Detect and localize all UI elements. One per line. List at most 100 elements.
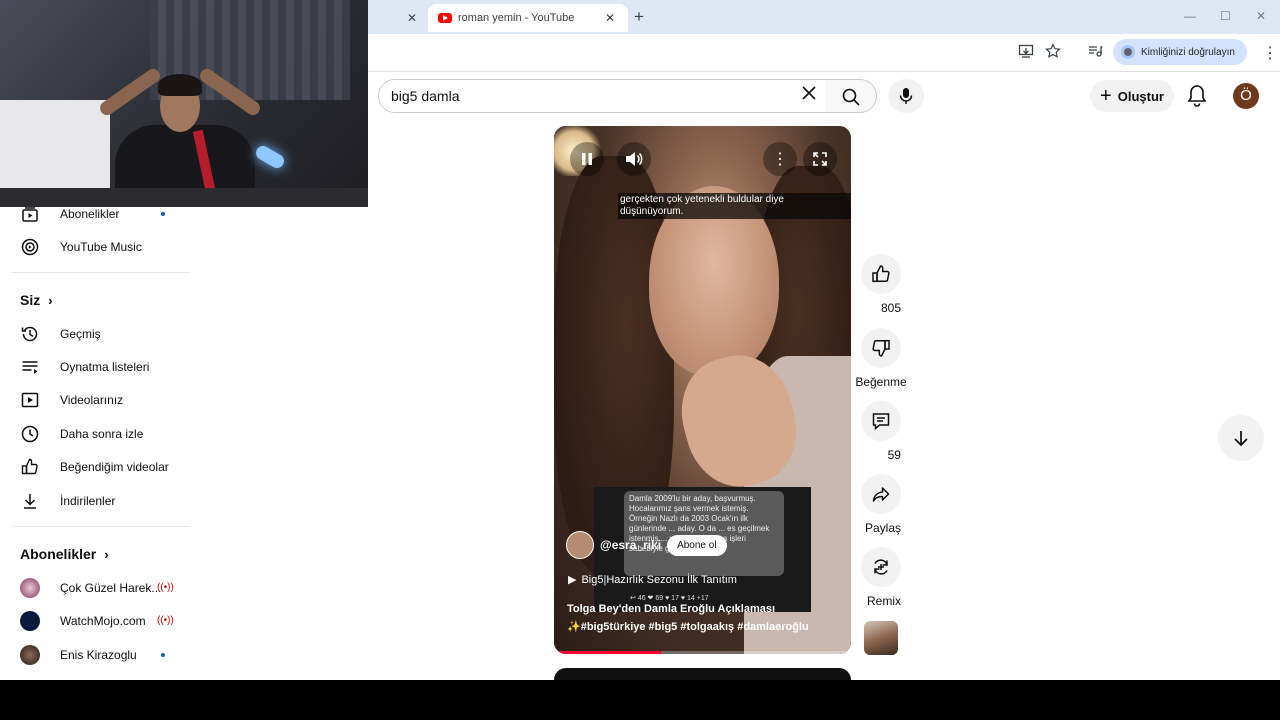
close-window-icon[interactable]: ✕ xyxy=(1256,9,1266,23)
volume-button[interactable] xyxy=(617,142,651,176)
share-arrow-icon xyxy=(872,487,890,502)
thumbs-down-icon xyxy=(872,339,890,357)
sidebar-item-history[interactable]: Geçmiş xyxy=(0,317,192,350)
more-options-button[interactable]: ⋮ xyxy=(763,142,797,176)
sidebar-item-downloads[interactable]: İndirilenler xyxy=(0,484,192,517)
notifications-bell-icon[interactable] xyxy=(1186,84,1208,113)
verify-identity-button[interactable]: Kimliğinizi doğrulayın xyxy=(1113,39,1247,65)
thumbs-up-icon xyxy=(872,265,890,283)
youtube-music-icon xyxy=(20,237,40,257)
account-avatar[interactable]: Ö xyxy=(1233,83,1259,109)
channel-handle[interactable]: @esra_riki xyxy=(600,538,661,552)
search-query: big5 damla xyxy=(391,88,460,104)
chevron-right-icon: › xyxy=(104,546,109,562)
create-button[interactable]: + Oluştur xyxy=(1090,80,1174,112)
verify-identity-label: Kimliğinizi doğrulayın xyxy=(1141,46,1235,58)
new-tab-icon[interactable]: + xyxy=(634,7,644,27)
sidebar-item-label: İndirilenler xyxy=(60,493,116,508)
voice-search-button[interactable] xyxy=(888,79,924,113)
channel-row: @esra_riki Abone ol xyxy=(566,531,727,559)
create-label: Oluştur xyxy=(1117,88,1164,104)
sidebar-item-youtube-music[interactable]: YouTube Music xyxy=(0,230,192,263)
next-video-button[interactable] xyxy=(1218,415,1264,461)
channel-avatar xyxy=(20,610,40,631)
comment-count: 59 xyxy=(887,448,901,462)
bookmark-star-icon[interactable] xyxy=(1045,43,1061,63)
sidebar-item-liked-videos[interactable]: Beğendiğim videolar xyxy=(0,450,192,483)
remix-label: Remix xyxy=(866,594,901,608)
maximize-icon[interactable]: ☐ xyxy=(1220,9,1231,23)
video-hashtags[interactable]: ✨#big5türkiye #big5 #tolgaakış #damlaero… xyxy=(567,620,809,633)
playlists-icon xyxy=(20,357,40,377)
share-button[interactable]: Paylaş xyxy=(861,474,901,537)
browser-menu-icon[interactable]: ⋮ xyxy=(1262,43,1278,63)
install-app-icon[interactable] xyxy=(1018,43,1034,63)
close-tab-icon[interactable]: ✕ xyxy=(407,11,417,25)
video-progress-bar[interactable] xyxy=(554,651,851,654)
sidebar-item-playlists[interactable]: Oynatma listeleri xyxy=(0,350,192,383)
sidebar-heading-label: Abonelikler xyxy=(20,546,97,562)
sidebar-heading-you[interactable]: Siz › xyxy=(20,292,53,308)
play-icon: ▶ xyxy=(568,574,577,586)
channel-avatar[interactable] xyxy=(566,531,594,559)
like-button[interactable]: 805 xyxy=(861,254,901,317)
webcam-background xyxy=(253,143,287,171)
remix-circle xyxy=(861,547,901,587)
history-icon xyxy=(20,324,40,344)
minimize-icon[interactable]: — xyxy=(1184,9,1196,23)
sidebar-item-label: Daha sonra izle xyxy=(60,426,144,441)
search-button[interactable] xyxy=(825,79,877,113)
sound-source-thumbnail[interactable] xyxy=(864,621,898,655)
search-icon xyxy=(842,88,860,106)
sidebar-divider xyxy=(12,526,190,527)
your-videos-icon xyxy=(20,390,40,410)
webcam-overlay xyxy=(0,0,368,207)
more-vertical-icon: ⋮ xyxy=(772,151,788,168)
sidebar-item-label: Videolarınız xyxy=(60,392,124,407)
video-title[interactable]: Tolga Bey'den Damla Eroğlu Açıklaması xyxy=(567,603,775,615)
new-content-dot xyxy=(161,211,165,216)
short-video-player[interactable]: ⋮ gerçekten çok yetenekli buldular diye … xyxy=(554,126,851,654)
sidebar-subscription-item[interactable]: Çok Güzel Harek... ((•)) xyxy=(0,571,192,604)
pause-icon xyxy=(582,153,592,165)
clear-search-icon[interactable] xyxy=(800,84,818,106)
channel-name: Çok Güzel Harek... xyxy=(60,580,162,595)
live-broadcast-icon: ((•)) xyxy=(157,615,174,626)
watch-later-icon xyxy=(20,424,40,444)
profile-icon xyxy=(1121,45,1135,59)
like-count: 805 xyxy=(880,301,901,315)
sidebar-item-label: Abonelikler xyxy=(60,206,120,221)
browser-tab-active[interactable]: roman yemin - YouTube ✕ xyxy=(428,4,628,32)
microphone-icon xyxy=(899,88,913,104)
plus-icon: + xyxy=(1100,84,1112,107)
dislike-button[interactable]: Beğenme xyxy=(855,328,907,391)
arrow-down-icon xyxy=(1234,431,1248,447)
sidebar-item-watch-later[interactable]: Daha sonra izle xyxy=(0,417,192,450)
sidebar-item-your-videos[interactable]: Videolarınız xyxy=(0,383,192,416)
search-input[interactable]: big5 damla xyxy=(378,79,826,113)
fullscreen-icon xyxy=(813,152,827,166)
sidebar-subscription-item[interactable]: WatchMojo.com ((•)) xyxy=(0,604,192,637)
close-tab-icon[interactable]: ✕ xyxy=(605,11,615,25)
next-short-preview[interactable] xyxy=(554,668,851,680)
volume-icon xyxy=(626,152,643,166)
comments-button[interactable]: 59 xyxy=(861,401,901,464)
dislike-label: Beğenme xyxy=(855,375,907,389)
playlist-link[interactable]: ▶ Big5|Hazırlık Sezonu İlk Tanıtım xyxy=(568,573,737,587)
media-controls-icon[interactable] xyxy=(1087,43,1103,63)
video-caption: gerçekten çok yetenekli buldular diye dü… xyxy=(618,193,851,219)
subscribe-button[interactable]: Abone ol xyxy=(667,534,727,556)
channel-avatar xyxy=(20,644,40,665)
sidebar-item-label: Beğendiğim videolar xyxy=(60,459,169,474)
video-progress-fill xyxy=(554,651,661,654)
sidebar-heading-subscriptions[interactable]: Abonelikler › xyxy=(20,546,109,562)
remix-button[interactable]: Remix xyxy=(861,547,901,610)
youtube-favicon-icon xyxy=(438,13,452,23)
sidebar-subscription-item[interactable]: Enis Kirazoglu xyxy=(0,638,192,671)
live-broadcast-icon: ((•)) xyxy=(157,582,174,593)
playlist-title: Big5|Hazırlık Sezonu İlk Tanıtım xyxy=(581,573,737,586)
share-circle xyxy=(861,474,901,514)
pause-button[interactable] xyxy=(570,142,604,176)
fullscreen-button[interactable] xyxy=(803,142,837,176)
sidebar-item-label: Geçmiş xyxy=(60,326,101,341)
